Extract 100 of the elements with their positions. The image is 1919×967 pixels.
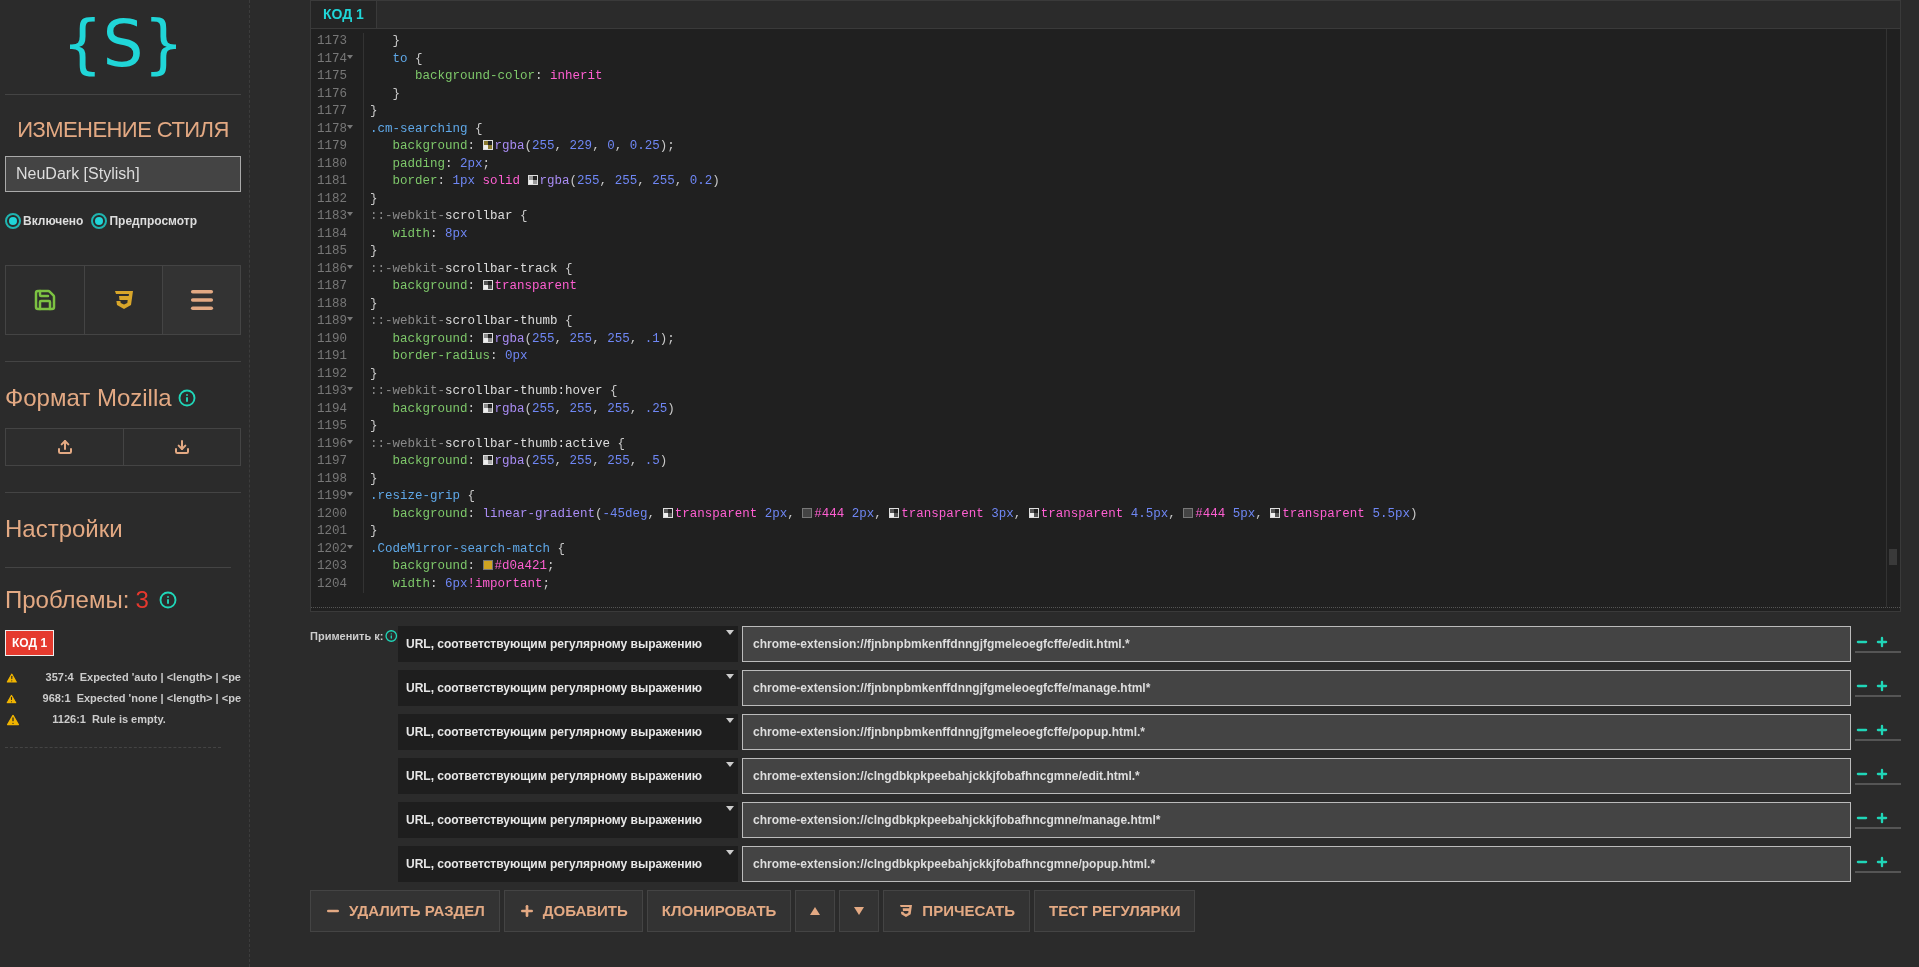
line-number: 1188 (316, 295, 348, 313)
add-row-icon[interactable] (1875, 679, 1889, 693)
line-number: 1200 (316, 505, 348, 523)
code-line: ::-webkit-scrollbar-track { (363, 260, 573, 278)
line-number: 1189 (311, 313, 363, 331)
line-number: 1177 (316, 103, 348, 120)
info-icon[interactable] (385, 628, 398, 644)
code-line: } (363, 470, 378, 488)
scrollbar-thumb[interactable] (1889, 549, 1897, 565)
match-type-select[interactable]: URL, соответствующим регулярному выражению (398, 626, 738, 662)
code-line: width: 6px!important; (363, 575, 551, 593)
match-type-select[interactable]: URL, соответствующим регулярному выражению (398, 846, 738, 882)
code-line: ::-webkit-scrollbar-thumb:hover { (363, 383, 618, 401)
problem-message: Expected 'auto | <length> | <pe (79, 670, 241, 686)
line-number: 1197 (316, 453, 348, 470)
down-triangle-icon (854, 907, 865, 915)
problem-position: 357:4 (44, 670, 74, 686)
match-type-select[interactable]: URL, соответствующим регулярному выражению (398, 714, 738, 750)
fold-arrow-icon[interactable] (347, 54, 353, 59)
code-line: } (363, 295, 378, 313)
code-line: padding: 2px; (363, 155, 491, 173)
code-line: background: linear-gradient(-45deg, transparent 2px, #444 2px, transparent 3px, transparent 4.5px, #444 5px, transparent 5.5px) (363, 505, 1418, 523)
fold-arrow-icon[interactable] (347, 264, 353, 269)
style-name-field[interactable]: NeuDark [Stylish] (5, 156, 241, 192)
info-icon[interactable] (177, 389, 196, 407)
toggle-label: Предпросмотр (109, 213, 198, 230)
move-up-button[interactable] (795, 890, 836, 932)
code-line: } (363, 418, 378, 436)
code-line: background: rgba(255, 229, 0, 0.25); (363, 138, 675, 156)
add-row-icon[interactable] (1875, 811, 1889, 825)
line-number: 1186 (311, 260, 363, 278)
line-number: 1176 (316, 85, 348, 103)
url-pattern-field[interactable]: chrome-extension://fjnbnpbmkenffdnngjfgmeleoegfcffe/manage.html* (742, 670, 1851, 706)
url-pattern-field[interactable]: chrome-extension://clngdbkpkpeebahjckkjfobafhncgmne/popup.html.* (742, 846, 1851, 882)
add-row-icon[interactable] (1875, 855, 1889, 869)
line-number: 1196 (311, 435, 363, 453)
fold-arrow-icon[interactable] (347, 544, 353, 549)
fold-arrow-icon[interactable] (347, 439, 353, 444)
info-icon[interactable] (158, 591, 177, 609)
radio-toggle[interactable] (91, 213, 108, 229)
code-line: background: rgba(255, 255, 255, .25) (363, 400, 675, 418)
line-number: 1199 (311, 488, 363, 506)
upload-icon (56, 439, 73, 455)
dropdown-arrow-icon (726, 762, 734, 767)
line-number: 1181 (316, 173, 348, 190)
match-type-select[interactable]: URL, соответствующим регулярному выражению (398, 802, 738, 838)
url-pattern-field[interactable]: chrome-extension://fjnbnpbmkenffdnngjfgmeleoegfcffe/popup.html.* (742, 714, 1851, 750)
problem-position: 968:1 (41, 691, 71, 707)
problem-message: Expected 'none | <length> | <pe (76, 691, 241, 707)
dropdown-arrow-icon (726, 630, 734, 635)
menu-button[interactable] (162, 266, 240, 334)
code-line: background: rgba(255, 255, 255, .1); (363, 330, 675, 348)
move-down-button[interactable] (839, 890, 880, 932)
line-number: 1174 (311, 50, 363, 68)
dropdown-arrow-icon (726, 718, 734, 723)
radio-toggle[interactable] (5, 213, 21, 229)
code-line: background: rgba(255, 255, 255, .5) (363, 453, 668, 471)
fold-arrow-icon[interactable] (347, 212, 353, 216)
logo: {S} (61, 6, 185, 83)
code-line: width: 8px (363, 225, 468, 243)
fold-arrow-icon[interactable] (347, 124, 353, 129)
add-row-icon[interactable] (1875, 723, 1889, 737)
add-row-icon[interactable] (1875, 767, 1889, 781)
code-line: } (363, 85, 400, 103)
fold-arrow-icon[interactable] (347, 492, 353, 496)
save-icon (33, 288, 57, 312)
line-number: 1192 (316, 365, 348, 383)
line-number: 1201 (316, 523, 348, 540)
add-row-icon[interactable] (1875, 635, 1889, 649)
line-number: 1203 (316, 558, 348, 575)
apply-label: Применить к: (310, 629, 384, 644)
code-line: .cm-searching { (363, 120, 483, 138)
fold-arrow-icon[interactable] (347, 317, 353, 321)
url-pattern-field[interactable]: chrome-extension://fjnbnpbmkenffdnngjfgmeleoegfcffe/edit.html.* (742, 626, 1851, 662)
add-button[interactable]: ДОБАВИТЬ (503, 890, 643, 932)
url-pattern-field[interactable]: chrome-extension://clngdbkpkpeebahjckkjfobafhncgmne/edit.html.* (742, 758, 1851, 794)
text-button[interactable]: ТЕСТ РЕГУЛЯРКИ (1033, 890, 1196, 932)
code-badge: КОД 1 (5, 630, 55, 656)
line-number: 1183 (311, 208, 363, 226)
code-line: } (363, 103, 378, 121)
code-line: .CodeMirror-search-match { (363, 540, 566, 558)
code-tab[interactable]: КОД 1 (311, 1, 377, 28)
url-pattern-field[interactable]: chrome-extension://clngdbkpkpeebahjckkjfobafhncgmne/manage.html* (742, 802, 1851, 838)
line-number: 1193 (311, 383, 363, 401)
line-number: 1173 (316, 33, 348, 50)
text-button[interactable]: КЛОНИРОВАТЬ (646, 890, 792, 932)
code-line: border-radius: 0px (363, 348, 528, 366)
match-type-select[interactable]: URL, соответствующим регулярному выражению (398, 758, 738, 794)
line-number: 1180 (316, 155, 348, 173)
plus-icon (518, 903, 535, 919)
page-title: ИЗМЕНЕНИЕ СТИЛЯ (16, 116, 230, 144)
fold-arrow-icon[interactable] (347, 387, 353, 391)
line-number: 1202 (311, 540, 363, 558)
beautify-button[interactable]: ПРИЧЕСАТЬ (883, 890, 1030, 932)
match-type-select[interactable]: URL, соответствующим регулярному выражению (398, 670, 738, 706)
dropdown-arrow-icon (726, 806, 734, 811)
delete-section-button[interactable]: УДАЛИТЬ РАЗДЕЛ (310, 890, 500, 932)
up-triangle-icon (810, 907, 821, 915)
warning-icon (5, 711, 21, 728)
line-number: 1187 (316, 278, 348, 295)
